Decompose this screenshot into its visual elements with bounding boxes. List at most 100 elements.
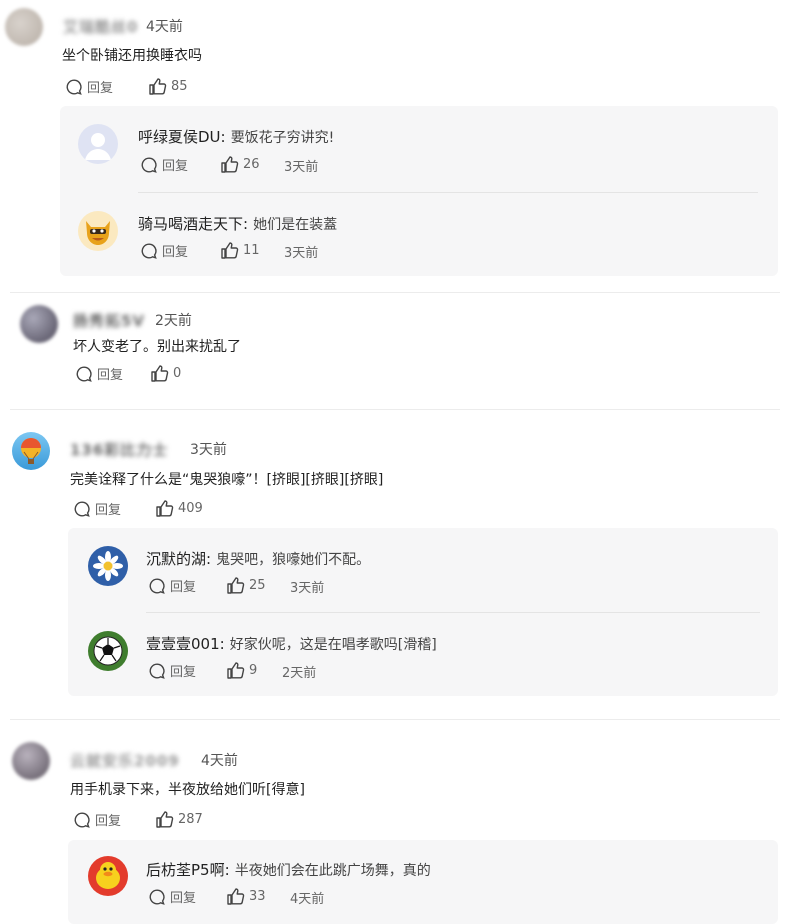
like-count: 11 (243, 243, 260, 258)
avatar[interactable] (88, 631, 128, 671)
reply-label: 回复 (162, 245, 189, 260)
reply-button[interactable]: 回复 (148, 576, 196, 595)
like-button[interactable]: 0 (150, 364, 181, 383)
reply-time: 3天前 (284, 246, 319, 261)
comment-bubble-icon (66, 78, 82, 95)
avatar[interactable] (5, 8, 43, 46)
comment-bubble-icon (74, 811, 90, 828)
comment-item: 云就安乐2009 4天前 用手机录下来，半夜放给她们听[得意] 回复 287 后… (0, 720, 800, 924)
thumbs-up-icon (227, 577, 245, 594)
like-count: 85 (171, 79, 188, 94)
comment-text: 用手机录下来，半夜放给她们听[得意] (70, 782, 305, 798)
reply-time: 3天前 (284, 160, 319, 175)
like-button[interactable]: 33 (226, 887, 266, 906)
like-button[interactable]: 287 (155, 810, 203, 829)
reply-username[interactable]: 骑马喝酒走天下: (138, 215, 248, 233)
reply-time: 2天前 (282, 666, 317, 681)
reply-item: 呼绿夏侯DU: 要饭花子穷讲究! 回复 26 3天前 (60, 106, 778, 193)
comment-username[interactable]: 艾瑞酷丝0 (63, 16, 138, 37)
thumbs-up-icon (156, 500, 174, 517)
reply-button[interactable]: 回复 (73, 499, 121, 518)
comment-time: 4天前 (201, 753, 238, 769)
reply-button[interactable]: 回复 (140, 241, 188, 260)
comment-time: 2天前 (155, 313, 192, 329)
avatar[interactable] (20, 305, 58, 343)
comment-bubble-icon (149, 577, 165, 594)
avatar[interactable] (78, 124, 118, 164)
comment-item: 扬秀拓5V 2天前 坏人变老了。别出来扰乱了 回复 0 (0, 293, 800, 408)
like-count: 0 (173, 366, 182, 381)
thumbs-up-icon (227, 888, 245, 905)
comment-text: 坏人变老了。别出来扰乱了 (73, 339, 241, 355)
reply-button[interactable]: 回复 (75, 364, 123, 383)
like-button[interactable]: 85 (148, 77, 188, 96)
reply-label: 回复 (170, 580, 197, 595)
reply-text: 好家伙呢，这是在唱孝歌吗[滑稽] (229, 637, 437, 653)
thumbs-up-icon (151, 365, 169, 382)
avatar[interactable] (88, 546, 128, 586)
reply-label: 回复 (170, 665, 197, 680)
comment-bubble-icon (149, 888, 165, 905)
comment-bubble-icon (149, 662, 165, 679)
avatar[interactable] (88, 856, 128, 896)
like-count: 26 (243, 157, 260, 172)
like-button[interactable]: 9 (226, 661, 257, 680)
reply-time: 4天前 (290, 892, 325, 907)
like-button[interactable]: 409 (155, 499, 203, 518)
reply-time: 3天前 (290, 581, 325, 596)
comment-item: 艾瑞酷丝0 4天前 坐个卧铺还用换睡衣吗 回复 85 呼绿夏侯DU: 要饭花子穷… (0, 0, 800, 290)
reply-label: 回复 (97, 368, 124, 383)
comment-username[interactable]: 云就安乐2009 (70, 750, 180, 771)
comment-time: 4天前 (146, 19, 183, 35)
thumbs-up-icon (149, 78, 167, 95)
reply-label: 回复 (95, 814, 122, 829)
comment-text: 完美诠释了什么是“鬼哭狼嚎”！[挤眼][挤眼][挤眼] (70, 472, 384, 488)
avatar[interactable] (12, 742, 50, 780)
comment-bubble-icon (74, 500, 90, 517)
reply-username[interactable]: 壹壹壹001: (146, 635, 225, 653)
thumbs-up-icon (221, 242, 239, 259)
comment-bubble-icon (141, 156, 157, 173)
reply-item: 壹壹壹001: 好家伙呢，这是在唱孝歌吗[滑稽] 回复 9 2天前 (68, 613, 778, 696)
reply-item: 骑马喝酒走天下: 她们是在装蓋 回复 11 3天前 (60, 193, 778, 276)
reply-username[interactable]: 后枋荃P5啊: (146, 861, 230, 879)
like-button[interactable]: 26 (220, 155, 260, 174)
reply-text: 半夜她们会在此跳广场舞，真的 (234, 863, 431, 879)
reply-button[interactable]: 回复 (65, 77, 113, 96)
reply-item: 后枋荃P5啊: 半夜她们会在此跳广场舞，真的 回复 33 4天前 (68, 840, 778, 924)
thumbs-up-icon (227, 662, 245, 679)
avatar[interactable] (78, 211, 118, 251)
reply-label: 回复 (95, 503, 122, 518)
reply-label: 回复 (162, 159, 189, 174)
reply-button[interactable]: 回复 (73, 810, 121, 829)
reply-label: 回复 (87, 81, 114, 96)
like-count: 33 (249, 889, 266, 904)
reply-item: 沉默的湖: 鬼哭吧，狼嚎她们不配。 回复 25 3天前 (68, 528, 778, 613)
reply-list: 沉默的湖: 鬼哭吧，狼嚎她们不配。 回复 25 3天前 壹壹壹001: 好家伙呢… (68, 528, 778, 696)
comment-username[interactable]: 136彩比力士 (70, 439, 168, 460)
reply-button[interactable]: 回复 (140, 155, 188, 174)
reply-text: 她们是在装蓋 (253, 217, 338, 233)
reply-button[interactable]: 回复 (148, 887, 196, 906)
reply-button[interactable]: 回复 (148, 661, 196, 680)
like-button[interactable]: 11 (220, 241, 260, 260)
comment-bubble-icon (76, 365, 92, 382)
like-count: 9 (249, 663, 258, 678)
like-count: 409 (178, 501, 203, 516)
reply-text: 鬼哭吧，狼嚎她们不配。 (216, 552, 371, 568)
reply-list: 呼绿夏侯DU: 要饭花子穷讲究! 回复 26 3天前 骑马喝酒走天下: 她们是在… (60, 106, 778, 276)
avatar[interactable] (12, 432, 50, 470)
reply-label: 回复 (170, 891, 197, 906)
reply-username[interactable]: 呼绿夏侯DU: (138, 128, 226, 146)
like-count: 25 (249, 578, 266, 593)
comment-text: 坐个卧铺还用换睡衣吗 (62, 48, 202, 64)
comment-bubble-icon (141, 242, 157, 259)
comment-username[interactable]: 扬秀拓5V (73, 310, 145, 331)
thumbs-up-icon (156, 811, 174, 828)
comment-item: 136彩比力士 3天前 完美诠释了什么是“鬼哭狼嚎”！[挤眼][挤眼][挤眼] … (0, 410, 800, 718)
reply-text: 要饭花子穷讲究! (230, 130, 335, 146)
like-button[interactable]: 25 (226, 576, 266, 595)
like-count: 287 (178, 812, 203, 827)
reply-username[interactable]: 沉默的湖: (146, 550, 211, 568)
thumbs-up-icon (221, 156, 239, 173)
